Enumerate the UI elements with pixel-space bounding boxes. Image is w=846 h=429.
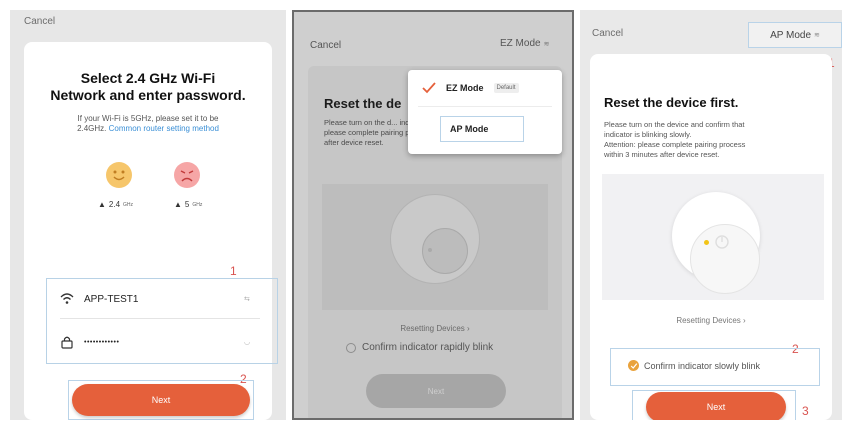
desc-line-3: Attention: please complete pairing proce… bbox=[604, 140, 746, 149]
cancel-link[interactable]: Cancel bbox=[24, 16, 55, 27]
band-24ghz: ▲ 2.4 GHz bbox=[98, 200, 133, 209]
credentials-highlight bbox=[46, 278, 278, 364]
check-icon bbox=[422, 82, 436, 94]
router-setting-link[interactable]: Common router setting method bbox=[109, 124, 219, 133]
mode-dropdown: EZ Mode Default AP Mode bbox=[408, 70, 562, 154]
desc-line-4: within 3 minutes after device reset. bbox=[604, 150, 720, 159]
switch-network-icon[interactable]: ⇆ bbox=[244, 295, 250, 303]
mode-label: AP Mode bbox=[770, 29, 812, 41]
title-line-1: Select 2.4 GHz Wi-Fi bbox=[80, 70, 216, 86]
desc-line-1: Please turn on the device and confirm th… bbox=[604, 120, 745, 129]
wifi-description: If your Wi-Fi is 5GHz, please set it to … bbox=[38, 114, 258, 134]
next-button-disabled[interactable]: Next bbox=[366, 374, 506, 408]
power-button-icon bbox=[714, 234, 730, 250]
mode-label: EZ Mode bbox=[500, 38, 541, 49]
mode-wave-icon: ≋ bbox=[814, 32, 820, 39]
device-illustration bbox=[602, 174, 824, 300]
wifi-icon bbox=[60, 292, 74, 306]
desc-line-2: indicator is blinking slowly. bbox=[604, 130, 692, 139]
reset-description: Please turn on the device and confirm th… bbox=[604, 120, 818, 160]
cancel-link[interactable]: Cancel bbox=[310, 40, 341, 51]
next-button[interactable]: Next bbox=[72, 384, 250, 416]
mode-select-screen: Cancel EZ Mode ≋ Reset the de Please turn… bbox=[292, 10, 574, 420]
confirm-label: Confirm indicator slowly blink bbox=[644, 360, 761, 371]
band-5-unit: GHz bbox=[192, 201, 203, 208]
smile-face-icon bbox=[106, 162, 132, 188]
password-value: •••••••••••• bbox=[84, 338, 120, 346]
wifi-ssid-field[interactable]: APP-TEST1 bbox=[60, 292, 260, 306]
ez-mode-label: EZ Mode bbox=[446, 83, 484, 93]
lock-icon bbox=[60, 335, 74, 349]
resetting-devices-link[interactable]: Resetting Devices › bbox=[308, 324, 562, 333]
mode-switch[interactable]: EZ Mode ≋ bbox=[500, 38, 549, 49]
confirm-label: Confirm indicator rapidly blink bbox=[362, 342, 494, 353]
menu-item-ap-mode[interactable]: AP Mode bbox=[440, 116, 524, 142]
router-icon: ▲ bbox=[98, 200, 106, 209]
cancel-link[interactable]: Cancel bbox=[592, 28, 623, 39]
device-illustration bbox=[322, 184, 548, 310]
desc-line-2-text: 2.4GHz. bbox=[77, 124, 107, 133]
band-24-label: 2.4 bbox=[108, 200, 121, 209]
page-title: Select 2.4 GHz Wi-Fi Network and enter p… bbox=[24, 70, 272, 104]
band-5ghz: ▲ 5 GHz bbox=[174, 200, 202, 209]
wifi-card: Select 2.4 GHz Wi-Fi Network and enter p… bbox=[24, 42, 278, 420]
default-badge: Default bbox=[493, 83, 519, 93]
router-icon: ▲ bbox=[174, 200, 182, 209]
desc-line-1: If your Wi-Fi is 5GHz, please set it to … bbox=[77, 114, 219, 123]
radio-icon bbox=[346, 342, 356, 353]
password-field[interactable]: •••••••••••• bbox=[60, 335, 260, 349]
check-icon bbox=[628, 360, 639, 371]
show-password-icon[interactable]: ◡ bbox=[244, 338, 250, 346]
confirm-slow-blink[interactable]: Confirm indicator slowly blink bbox=[628, 360, 760, 371]
annotation-number-3: 3 bbox=[802, 404, 809, 418]
desc-line-2: 2.4GHz. Common router setting method bbox=[38, 124, 258, 134]
indicator-light-icon bbox=[428, 248, 432, 252]
indicator-light-icon bbox=[704, 240, 709, 245]
confirm-rapid-blink[interactable]: Confirm indicator rapidly blink bbox=[346, 342, 493, 353]
menu-item-ez-mode[interactable]: EZ Mode Default bbox=[422, 82, 519, 94]
band-5-label: 5 bbox=[184, 200, 190, 209]
annotation-number-1: 1 bbox=[230, 264, 237, 278]
wifi-ssid-value: APP-TEST1 bbox=[84, 293, 139, 305]
reset-title: Reset the de bbox=[324, 96, 402, 111]
menu-divider bbox=[418, 106, 552, 107]
reset-title: Reset the device first. bbox=[604, 95, 739, 110]
band-24-unit: GHz bbox=[123, 201, 134, 208]
wifi-select-screen: Cancel Select 2.4 GHz Wi-Fi Network and … bbox=[10, 10, 286, 420]
ap-mode-reset-screen: Cancel AP Mode≋ 1 Reset the device first… bbox=[580, 10, 842, 420]
reset-card: Reset the device first. Please turn on t… bbox=[590, 54, 832, 420]
title-line-2: Network and enter password. bbox=[50, 87, 246, 103]
mode-wave-icon: ≋ bbox=[543, 41, 550, 48]
next-button[interactable]: Next bbox=[646, 392, 786, 420]
mode-switch[interactable]: AP Mode ≋ bbox=[748, 22, 842, 48]
field-divider bbox=[60, 318, 260, 319]
resetting-devices-link[interactable]: Resetting Devices › bbox=[590, 316, 832, 325]
sad-face-icon bbox=[174, 162, 200, 188]
